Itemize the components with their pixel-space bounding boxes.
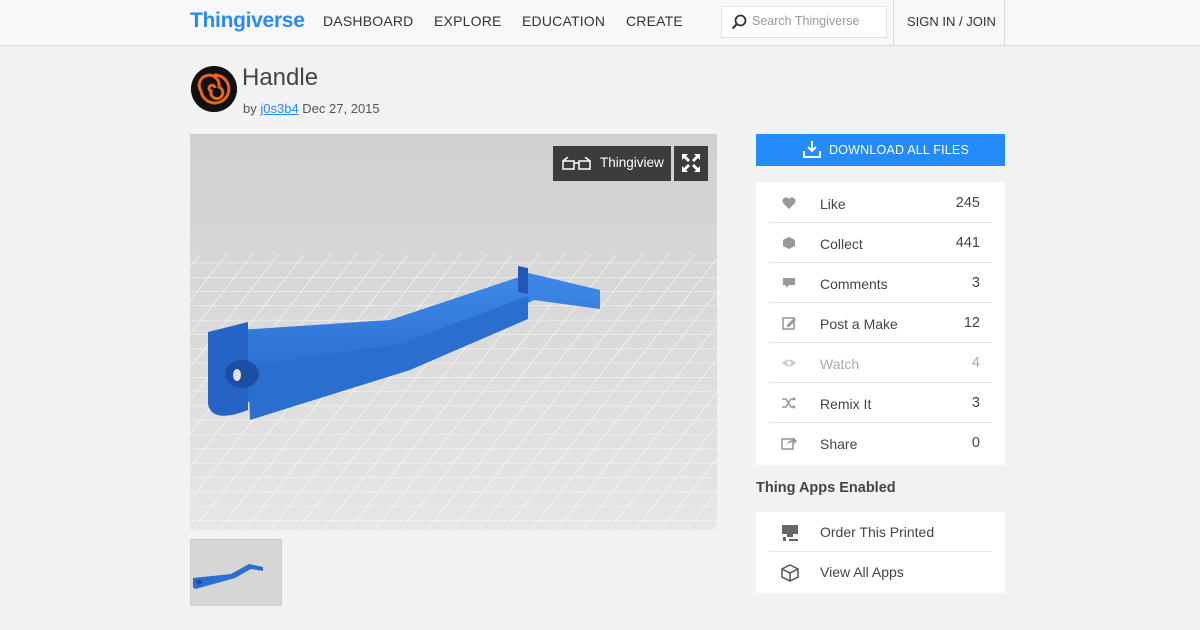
stat-count: 3 xyxy=(971,275,980,291)
thing-title: Handle xyxy=(242,64,319,91)
thing-apps-panel: Order This Printed View All Apps xyxy=(756,512,1005,593)
avatar-swirl-image xyxy=(191,66,237,112)
like-row[interactable]: Like 245 xyxy=(769,183,992,223)
search-box[interactable] xyxy=(721,6,887,38)
post-a-make-row[interactable]: Post a Make 12 xyxy=(769,303,992,343)
eye-icon xyxy=(782,359,796,367)
thumbnail-render xyxy=(191,540,281,605)
stat-count: 441 xyxy=(955,235,980,251)
byline: by j0s3b4 Dec 27, 2015 xyxy=(243,101,380,116)
search-input[interactable] xyxy=(752,14,882,28)
thumbnail-image[interactable] xyxy=(190,539,282,606)
post-make-icon xyxy=(782,317,796,330)
thing-stats-panel: Like 245 Collect 441 Comments 3 Post a M… xyxy=(756,182,1005,465)
collect-row[interactable]: Collect 441 xyxy=(769,223,992,263)
nav-dashboard[interactable]: DASHBOARD xyxy=(323,13,413,29)
stat-label: Collect xyxy=(820,236,863,252)
thingiview-button[interactable]: Thingiview xyxy=(553,146,671,181)
cube-icon xyxy=(781,564,799,582)
top-navigation-bar: Thingiverse DASHBOARD EXPLORE EDUCATION … xyxy=(0,0,1200,46)
share-icon xyxy=(781,437,797,450)
model-render xyxy=(190,134,717,530)
comments-row[interactable]: Comments 3 xyxy=(769,263,992,303)
nav-explore[interactable]: EXPLORE xyxy=(434,13,502,29)
header-divider xyxy=(893,0,894,46)
model-preview-image[interactable] xyxy=(190,134,717,530)
sign-in-join-link[interactable]: SIGN IN / JOIN xyxy=(907,14,996,29)
header-divider xyxy=(1004,0,1005,46)
stat-label: Share xyxy=(820,436,858,452)
thing-apps-heading: Thing Apps Enabled xyxy=(756,480,896,496)
heart-icon xyxy=(782,197,796,209)
nav-create[interactable]: CREATE xyxy=(626,13,683,29)
stat-label: Remix It xyxy=(820,396,872,412)
app-label: View All Apps xyxy=(820,564,904,580)
collect-icon xyxy=(783,237,795,249)
stat-count: 12 xyxy=(963,315,980,331)
download-all-files-button[interactable]: DOWNLOAD ALL FILES xyxy=(756,134,1005,166)
nav-education[interactable]: EDUCATION xyxy=(522,13,605,29)
stat-label: Post a Make xyxy=(820,316,898,332)
download-icon xyxy=(803,141,821,158)
publish-date: Dec 27, 2015 xyxy=(302,101,380,116)
remix-icon xyxy=(782,397,796,409)
fullscreen-button[interactable] xyxy=(674,146,708,181)
app-label: Order This Printed xyxy=(820,524,935,540)
stat-label: Watch xyxy=(820,356,860,372)
stat-label: Like xyxy=(820,196,846,212)
author-link[interactable]: j0s3b4 xyxy=(260,101,298,116)
watch-row[interactable]: Watch 4 xyxy=(769,343,992,383)
thingiverse-logo[interactable]: Thingiverse xyxy=(190,9,305,33)
byline-prefix: by xyxy=(243,101,257,116)
expand-icon xyxy=(682,154,700,172)
stat-count: 245 xyxy=(955,195,980,211)
thingiview-label: Thingiview xyxy=(600,155,664,170)
remix-it-row[interactable]: Remix It 3 xyxy=(769,383,992,423)
download-label: DOWNLOAD ALL FILES xyxy=(829,143,969,157)
author-avatar[interactable] xyxy=(191,66,237,112)
view-all-apps-row[interactable]: View All Apps xyxy=(769,552,992,592)
comment-icon xyxy=(783,278,795,288)
share-row[interactable]: Share 0 xyxy=(769,423,992,463)
3d-glasses-icon xyxy=(562,157,591,170)
order-this-printed-row[interactable]: Order This Printed xyxy=(769,512,992,552)
stat-count: 4 xyxy=(971,355,980,371)
stat-count: 0 xyxy=(971,435,980,451)
search-icon xyxy=(731,14,747,30)
stat-count: 3 xyxy=(971,395,980,411)
printer-icon xyxy=(782,525,798,541)
stat-label: Comments xyxy=(820,276,888,292)
